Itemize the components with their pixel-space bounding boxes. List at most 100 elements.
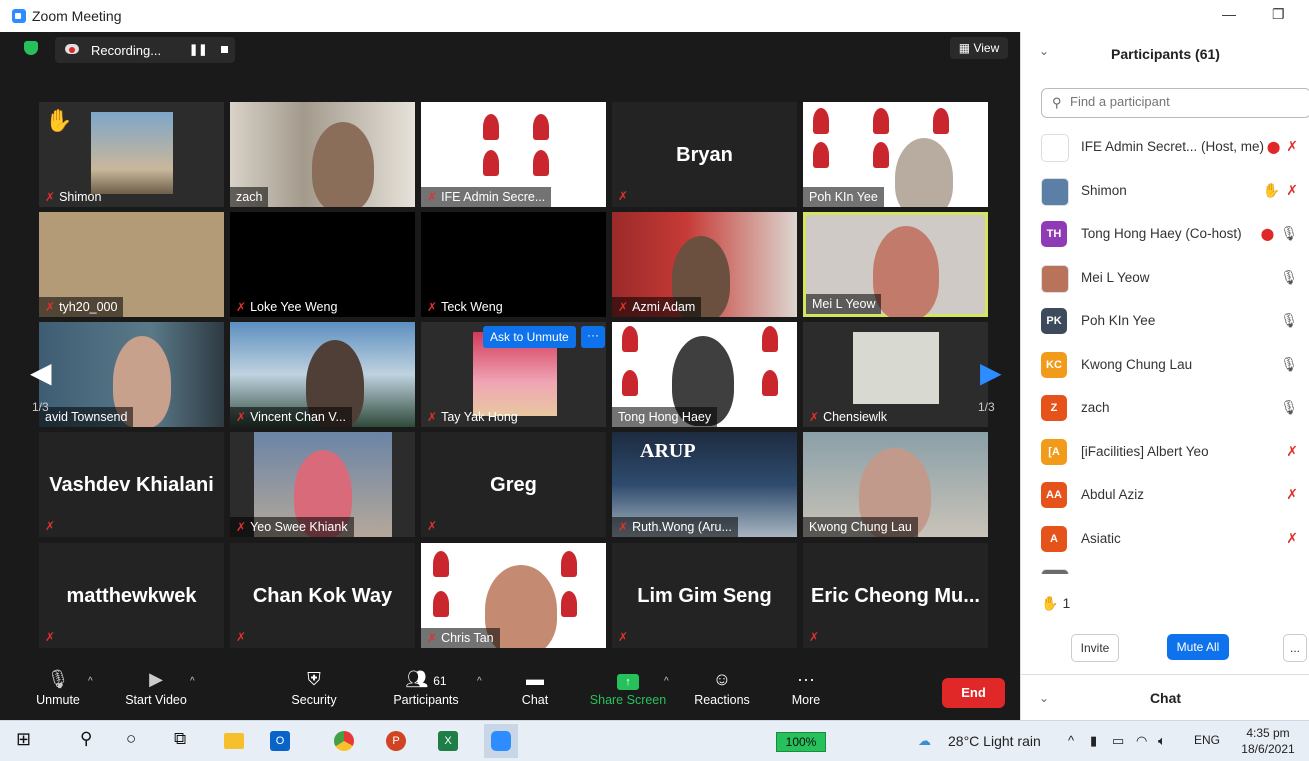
weather-label[interactable]: 28°C Light rain: [948, 733, 1041, 749]
video-tile[interactable]: avid Townsend: [39, 322, 224, 427]
video-tile[interactable]: ✗ Chris Tan: [421, 543, 606, 648]
video-tile[interactable]: zach: [230, 102, 415, 207]
end-meeting-button[interactable]: End: [942, 678, 1005, 708]
minimize-button[interactable]: —: [1222, 6, 1236, 22]
reactions-button[interactable]: ☺︎ Reactions: [690, 662, 754, 720]
mic-off-icon[interactable]: ✗: [1286, 486, 1298, 502]
mic-off-icon[interactable]: ✗: [1286, 530, 1298, 546]
start-video-button[interactable]: ▶︎ Start Video: [116, 662, 196, 720]
clock[interactable]: 4:35 pm 18/6/2021: [1232, 725, 1304, 757]
avatar: [1041, 177, 1069, 206]
view-button[interactable]: ▦ View: [950, 37, 1008, 59]
mic-off-icon[interactable]: ✗: [1286, 182, 1298, 198]
task-view-icon[interactable]: ⧉: [174, 729, 198, 753]
chat-title: Chat: [1149, 690, 1182, 706]
participant-row[interactable]: Azmi Adam✗: [1021, 561, 1309, 574]
mic-icon[interactable]: 🎙︎: [1280, 312, 1298, 328]
tray-chevron-icon[interactable]: ^: [1068, 733, 1074, 748]
video-options-caret[interactable]: ^: [190, 676, 195, 687]
active-speaker-tile[interactable]: Mei L Yeow: [803, 212, 988, 317]
video-tile[interactable]: Eric Cheong Mu... ✗: [803, 543, 988, 648]
video-tile[interactable]: matthewkwek ✗: [39, 543, 224, 648]
video-tile[interactable]: Chan Kok Way ✗: [230, 543, 415, 648]
video-tile[interactable]: Lim Gim Seng ✗: [612, 543, 797, 648]
video-tile[interactable]: Poh KIn Yee: [803, 102, 988, 207]
participant-search[interactable]: ⚲: [1041, 88, 1309, 118]
encryption-shield-icon[interactable]: [24, 41, 38, 55]
search-input[interactable]: [1068, 93, 1302, 110]
participant-row[interactable]: PK Poh KIn Yee 🎙︎: [1021, 300, 1309, 344]
restore-button[interactable]: ❐: [1272, 6, 1285, 23]
outlook-icon[interactable]: O: [270, 731, 290, 751]
reactions-emoji-icon: ☺︎: [712, 669, 732, 689]
chrome-icon[interactable]: [334, 731, 354, 751]
security-button[interactable]: ⛨ Security: [284, 662, 344, 720]
participant-row[interactable]: Mei L Yeow 🎙︎: [1021, 257, 1309, 301]
participant-row[interactable]: IFE Admin Secret... (Host, me) ⬤ ✗: [1021, 126, 1309, 170]
share-screen-button[interactable]: ↑ Share Screen: [588, 662, 668, 720]
next-page-arrow-icon[interactable]: ▶: [980, 356, 1002, 389]
participant-row[interactable]: TH Tong Hong Haey (Co-host) ⬤ 🎙︎: [1021, 213, 1309, 257]
mic-icon[interactable]: 🎙︎: [1280, 356, 1298, 372]
unmute-button[interactable]: 🎙︎ Unmute: [28, 662, 88, 720]
language-indicator[interactable]: ENG: [1194, 733, 1220, 747]
participant-row[interactable]: AA Abdul Aziz ✗: [1021, 474, 1309, 518]
video-tile[interactable]: ✗ Yeo Swee Khiank: [230, 432, 415, 537]
share-screen-label: Share Screen: [589, 693, 667, 707]
mic-off-icon[interactable]: ✗: [1286, 573, 1298, 574]
video-tile[interactable]: Kwong Chung Lau: [803, 432, 988, 537]
pause-recording-button[interactable]: ❚❚: [189, 43, 207, 56]
mic-off-icon[interactable]: ✗: [1286, 138, 1298, 154]
share-options-caret[interactable]: ^: [664, 676, 669, 687]
participant-row[interactable]: KC Kwong Chung Lau 🎙︎: [1021, 344, 1309, 388]
tile-more-button[interactable]: ···: [581, 326, 605, 348]
video-tile[interactable]: ✗ tyh20_000: [39, 212, 224, 317]
video-tile[interactable]: ✗ Teck Weng: [421, 212, 606, 317]
zoom-taskbar-icon[interactable]: [491, 731, 511, 751]
participants-button[interactable]: 👥︎ 61 Participants: [386, 662, 466, 720]
ask-to-unmute-button[interactable]: Ask to Unmute: [483, 326, 576, 348]
video-tile[interactable]: ✗ IFE Admin Secre...: [421, 102, 606, 207]
battery-icon[interactable]: ▭: [1112, 733, 1124, 749]
participant-row[interactable]: A Asiatic ✗: [1021, 518, 1309, 562]
cloud-record-icon: ⬤: [1260, 227, 1275, 241]
video-tile[interactable]: Tong Hong Haey: [612, 322, 797, 427]
window-titlebar: Zoom Meeting — ❐: [0, 0, 1309, 32]
mic-off-icon[interactable]: ✗: [1286, 443, 1298, 459]
invite-button[interactable]: Invite: [1071, 634, 1119, 662]
participant-row[interactable]: Shimon ✋ ✗: [1021, 170, 1309, 214]
windows-start-icon[interactable]: ⊞: [16, 729, 40, 753]
file-explorer-icon[interactable]: [224, 733, 244, 749]
powerpoint-icon[interactable]: P: [386, 731, 406, 751]
stop-recording-button[interactable]: [221, 46, 228, 53]
video-tile[interactable]: ✋ ✗ Shimon: [39, 102, 224, 207]
mic-icon[interactable]: 🎙︎: [1280, 225, 1298, 241]
video-tile[interactable]: ✗ Chensiewlk: [803, 322, 988, 427]
mute-all-button[interactable]: Mute All: [1167, 634, 1229, 660]
participant-row[interactable]: Zzach 🎙︎: [1021, 387, 1309, 431]
chat-button[interactable]: ▬ Chat: [510, 662, 560, 720]
wifi-icon[interactable]: ◠: [1136, 733, 1147, 749]
volume-icon[interactable]: 🔈︎: [1158, 733, 1166, 749]
search-icon[interactable]: ⚲: [80, 729, 104, 753]
excel-icon[interactable]: X: [438, 731, 458, 751]
participants-options-caret[interactable]: ^: [477, 676, 482, 687]
usb-icon[interactable]: ▮: [1090, 733, 1097, 749]
video-tile[interactable]: Vashdev Khialani ✗: [39, 432, 224, 537]
more-button[interactable]: ··· More: [782, 662, 830, 720]
video-tile[interactable]: Greg ✗: [421, 432, 606, 537]
mic-icon[interactable]: 🎙︎: [1280, 399, 1298, 415]
video-tile[interactable]: ✗ Vincent Chan V...: [230, 322, 415, 427]
prev-page-arrow-icon[interactable]: ◀: [30, 356, 52, 389]
video-tile[interactable]: ✗ Azmi Adam: [612, 212, 797, 317]
audio-options-caret[interactable]: ^: [88, 676, 93, 687]
clock-time: 4:35 pm: [1246, 726, 1290, 740]
participant-name: Abdul Aziz: [1081, 487, 1145, 502]
video-tile[interactable]: ✗ Loke Yee Weng: [230, 212, 415, 317]
video-tile[interactable]: ARUP ✗ Ruth.Wong (Aru...: [612, 432, 797, 537]
mic-icon[interactable]: 🎙︎: [1280, 269, 1298, 285]
panel-more-button[interactable]: ...: [1283, 634, 1307, 662]
video-tile[interactable]: Bryan ✗: [612, 102, 797, 207]
participant-row[interactable]: [A [iFacilities] Albert Yeo ✗: [1021, 431, 1309, 475]
cortana-icon[interactable]: ○: [126, 729, 150, 753]
